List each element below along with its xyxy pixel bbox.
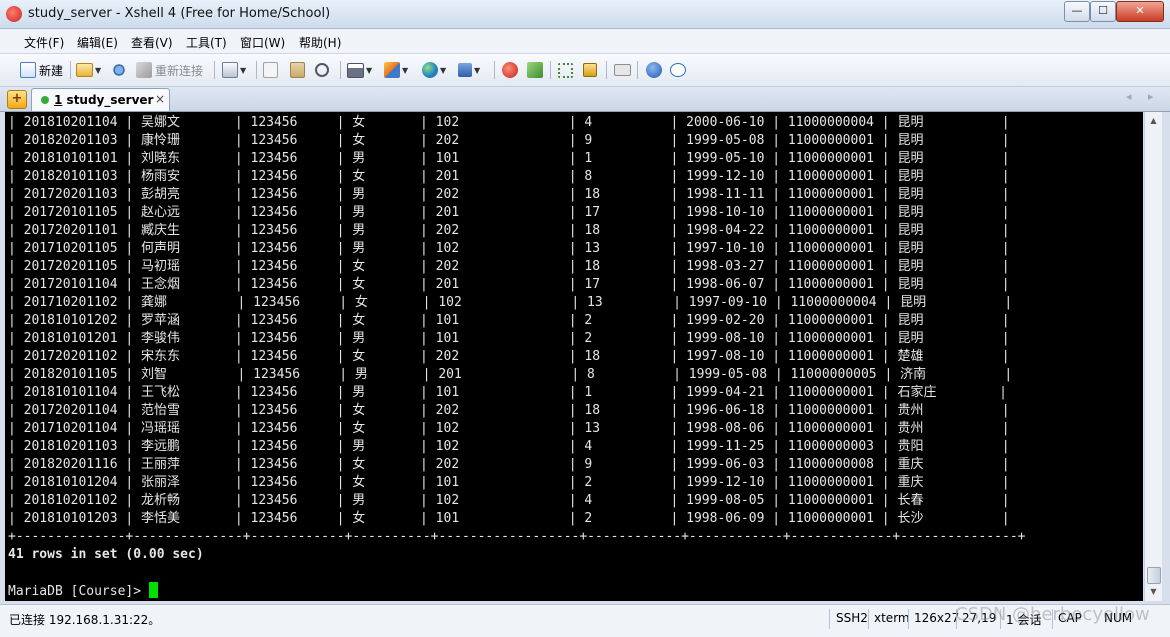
copy-icon (263, 62, 278, 78)
chevron-down-icon: ▼ (474, 65, 481, 75)
xftp-button[interactable] (502, 60, 518, 80)
watermark: CSDN @herbecyellow (955, 604, 1150, 625)
chevron-down-icon: ▼ (95, 65, 102, 75)
toolbar: 新建 ▼ 重新连接 ▼ ▼ ▼ ▼ ▼ (0, 54, 1170, 87)
lock-button[interactable] (583, 60, 597, 80)
add-tab-button[interactable]: + (7, 90, 27, 109)
chat-bubble-icon (670, 63, 686, 77)
new-session-button[interactable]: 新建 (20, 60, 63, 80)
transfer-icon (384, 62, 400, 78)
title-bar[interactable]: study_server - Xshell 4 (Free for Home/S… (0, 0, 1170, 29)
font-icon (458, 63, 472, 77)
xftp-icon (502, 62, 518, 78)
menu-view[interactable]: 查看(V) (131, 34, 173, 51)
window-title: study_server - Xshell 4 (Free for Home/S… (28, 6, 331, 21)
connection-status: 已连接 192.168.1.31:22。 (9, 613, 161, 627)
checkmark-icon (527, 62, 543, 78)
print-button[interactable]: ▼ (347, 60, 372, 80)
scroll-thumb[interactable] (1147, 567, 1161, 584)
connect-button[interactable] (111, 60, 127, 80)
terminal-type: xterm (874, 611, 910, 625)
menu-file[interactable]: 文件(F) (24, 34, 64, 51)
chevron-down-icon: ▼ (366, 65, 373, 75)
close-button[interactable]: ✕ (1116, 1, 1164, 22)
fullscreen-button[interactable] (558, 60, 573, 80)
shell-prompt: MariaDB [Course]> (8, 584, 149, 599)
paste-icon (290, 62, 305, 78)
maximize-button[interactable]: ☐ (1090, 1, 1116, 22)
query-summary: 41 rows in set (0.00 sec) (8, 547, 204, 562)
keyboard-icon (614, 64, 631, 76)
globe-icon (422, 62, 438, 78)
tab-label: 1 study_server (54, 93, 154, 107)
chevron-down-icon: ▼ (440, 65, 447, 75)
connected-status-icon (41, 96, 49, 104)
reconnect-button[interactable]: 重新连接 (136, 60, 203, 80)
tab-scroll-left-icon[interactable]: ◂ (1126, 90, 1132, 103)
menu-edit[interactable]: 编辑(E) (77, 34, 118, 51)
paste-button[interactable] (290, 60, 305, 80)
link-icon (111, 62, 127, 78)
chevron-down-icon: ▼ (402, 65, 409, 75)
terminal-cursor (148, 582, 158, 598)
keyboard-button[interactable] (614, 60, 631, 80)
check-button[interactable] (527, 60, 543, 80)
menu-window[interactable]: 窗口(W) (240, 34, 285, 51)
open-folder-button[interactable]: ▼ (76, 60, 101, 80)
search-icon (315, 63, 329, 77)
scroll-down-icon[interactable]: ▼ (1145, 583, 1162, 600)
find-button[interactable] (315, 60, 329, 80)
font-button[interactable]: ▼ (458, 60, 480, 80)
printer-icon (347, 62, 364, 78)
chevron-down-icon: ▼ (240, 65, 247, 75)
help-button[interactable] (646, 60, 662, 80)
menu-bar: 文件(F) 编辑(E) 查看(V) 工具(T) 窗口(W) 帮助(H) (0, 29, 1170, 54)
terminal-output: | 201810201104 | 吴娜文 | 123456 | 女 | 102 … (8, 115, 1026, 599)
folder-icon (76, 63, 93, 77)
new-session-label: 新建 (39, 63, 64, 78)
menu-tools[interactable]: 工具(T) (186, 34, 227, 51)
vertical-scrollbar[interactable]: ▲ ▼ (1144, 112, 1162, 601)
properties-button[interactable]: ▼ (222, 60, 246, 80)
fullscreen-icon (558, 62, 573, 78)
tab-bar: + 1 study_server × ◂ ▸ (0, 87, 1170, 112)
protocol-indicator: SSH2 (836, 611, 868, 625)
tab-close-icon[interactable]: × (155, 92, 165, 106)
tab-scroll-right-icon[interactable]: ▸ (1148, 90, 1154, 103)
xshell-app-icon (6, 6, 22, 22)
chat-button[interactable] (670, 60, 686, 80)
terminal-size: 126x27 (914, 611, 960, 625)
menu-help[interactable]: 帮助(H) (299, 34, 341, 51)
help-icon (646, 62, 662, 78)
lock-icon (583, 63, 597, 77)
scroll-up-icon[interactable]: ▲ (1145, 112, 1162, 129)
transfer-button[interactable]: ▼ (384, 60, 408, 80)
minimize-button[interactable]: — (1064, 1, 1090, 22)
properties-icon (222, 62, 238, 78)
tab-study-server[interactable]: 1 study_server × (31, 88, 170, 111)
terminal-view[interactable]: | 201810201104 | 吴娜文 | 123456 | 女 | 102 … (5, 112, 1143, 601)
reconnect-label: 重新连接 (155, 63, 204, 78)
copy-button[interactable] (263, 60, 278, 80)
new-session-icon (20, 62, 36, 78)
globe-button[interactable]: ▼ (422, 60, 446, 80)
reconnect-icon (136, 62, 152, 78)
